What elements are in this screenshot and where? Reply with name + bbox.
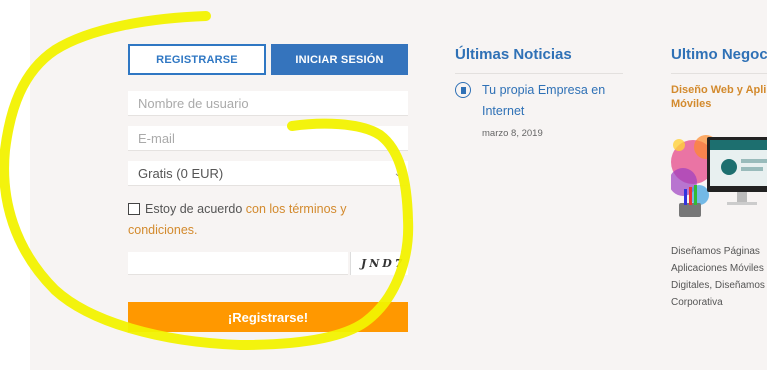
captcha-input[interactable] [128,252,348,275]
captcha-image: JND7 [350,252,408,275]
business-heading: Ultimo Negoc [671,46,767,63]
business-item-image[interactable] [671,117,767,225]
username-input[interactable]: Nombre de usuario [128,91,408,116]
news-heading: Últimas Noticias [455,46,572,63]
business-divider [671,73,767,74]
terms-prefix: Estoy de acuerdo [145,202,246,216]
business-item-title[interactable]: Diseño Web y Apli Móviles [671,83,767,111]
terms-label: Estoy de acuerdo con los términos y cond… [128,199,368,241]
tab-login[interactable]: INICIAR SESIÓN [271,44,408,75]
document-icon [455,82,471,98]
tab-register[interactable]: REGISTRARSE [128,44,266,75]
business-item-description: Diseñamos Páginas Aplicaciones Móviles D… [671,246,765,308]
chevron-down-icon: ⌄ [393,167,402,179]
news-divider [455,73,623,74]
plan-select-value: Gratis (0 EUR) [138,165,224,181]
register-submit-button[interactable]: ¡Registrarse! [128,302,408,332]
plan-select[interactable]: Gratis (0 EUR) ⌄ [128,161,408,186]
news-item-title[interactable]: Tu propia Empresa en Internet [482,80,622,122]
news-item-date: marzo 8, 2019 [482,128,543,139]
email-input[interactable]: E-mail [128,126,408,151]
